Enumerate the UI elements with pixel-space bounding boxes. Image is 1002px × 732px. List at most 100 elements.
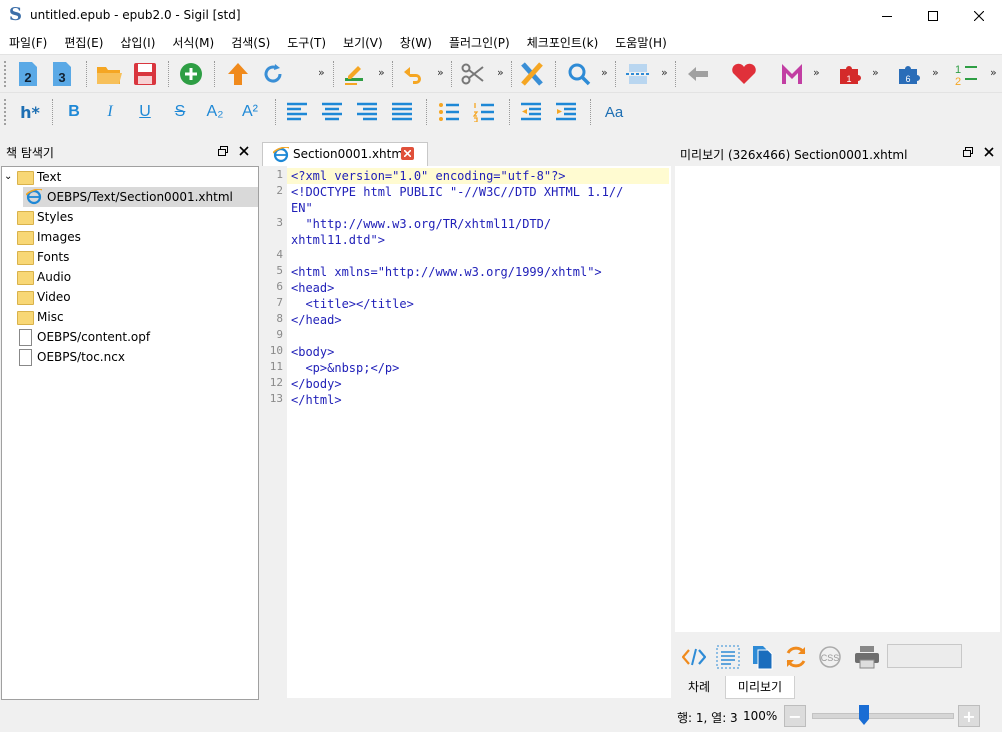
menu-window[interactable]: 창(W) — [391, 32, 440, 54]
print-button[interactable] — [853, 643, 881, 671]
tree-item-text-folder[interactable]: ⌄ Text — [2, 167, 258, 187]
zoom-in-button[interactable]: + — [958, 705, 980, 727]
menu-help[interactable]: 도움말(H) — [606, 32, 675, 54]
cut-button[interactable] — [459, 60, 487, 88]
plugin-6-button[interactable]: 6 — [895, 60, 923, 88]
bold-button[interactable]: B — [60, 98, 88, 126]
tree-item-fonts-folder[interactable]: Fonts — [2, 247, 258, 267]
overflow-chevron-icon[interactable]: » — [601, 66, 608, 79]
undo-button[interactable] — [400, 60, 428, 88]
preview-search-box[interactable] — [887, 644, 962, 668]
heading-button[interactable]: h* — [14, 98, 46, 126]
superscript-button[interactable]: A² — [236, 98, 264, 126]
strikethrough-button[interactable]: S — [166, 98, 194, 126]
tree-item-video-folder[interactable]: Video — [2, 287, 258, 307]
tree-item-misc-folder[interactable]: Misc — [2, 307, 258, 327]
overflow-chevron-icon[interactable]: » — [318, 66, 325, 79]
menu-format[interactable]: 서식(M) — [163, 32, 222, 54]
float-dock-button[interactable] — [963, 146, 973, 160]
find-button[interactable] — [565, 60, 593, 88]
toc-button[interactable]: 12 — [953, 60, 981, 88]
tree-item-toc-ncx[interactable]: OEBPS/toc.ncx — [2, 347, 258, 367]
plugin-1-button[interactable]: 1 — [836, 60, 864, 88]
plugin-m-button[interactable] — [778, 60, 806, 88]
zoom-slider-handle[interactable] — [858, 705, 869, 725]
tree-item-audio-folder[interactable]: Audio — [2, 267, 258, 287]
subscript-button[interactable]: A₂ — [201, 98, 229, 126]
align-left-button[interactable] — [283, 98, 311, 126]
line-number: 8 — [276, 312, 283, 325]
code-editor[interactable]: 1 2 3 4 5 6 7 8 9 10 11 12 13 <?xml vers… — [261, 166, 671, 698]
minimize-button[interactable] — [864, 0, 910, 32]
overflow-chevron-icon[interactable]: » — [813, 66, 820, 79]
tab-section0001[interactable]: Section0001.xhtml — [262, 142, 428, 167]
overflow-chevron-icon[interactable]: » — [497, 66, 504, 79]
save-button[interactable] — [131, 60, 159, 88]
align-center-button[interactable] — [318, 98, 346, 126]
tree-item-styles-folder[interactable]: Styles — [2, 207, 258, 227]
overflow-chevron-icon[interactable]: » — [661, 66, 668, 79]
menu-insert[interactable]: 삽입(I) — [111, 32, 163, 54]
toggle-css-button[interactable]: CSS — [816, 643, 844, 671]
preview-pane[interactable] — [675, 166, 1000, 632]
menu-checkpoints[interactable]: 체크포인트(k) — [518, 32, 607, 54]
increase-indent-button[interactable] — [552, 98, 580, 126]
underline-button[interactable]: U — [131, 98, 159, 126]
reload-preview-button[interactable] — [782, 643, 810, 671]
chevron-down-icon[interactable]: ⌄ — [4, 167, 12, 187]
donate-button[interactable] — [730, 60, 758, 88]
tree-item-label: OEBPS/content.opf — [37, 330, 151, 344]
split-button[interactable] — [624, 60, 652, 88]
overflow-chevron-icon[interactable]: » — [932, 66, 939, 79]
add-file-button[interactable] — [177, 60, 205, 88]
back-button[interactable] — [684, 60, 712, 88]
menu-edit[interactable]: 편집(E) — [55, 32, 111, 54]
menu-file[interactable]: 파일(F) — [0, 32, 55, 54]
refresh-button[interactable] — [259, 60, 287, 88]
tree-item-content-opf[interactable]: OEBPS/content.opf — [2, 327, 258, 347]
tab-preview[interactable]: 미리보기 — [725, 676, 795, 699]
preview-toolbar: CSS — [675, 640, 1002, 674]
zoom-out-button[interactable]: − — [784, 705, 806, 727]
menu-view[interactable]: 보기(V) — [334, 32, 391, 54]
overflow-chevron-icon[interactable]: » — [378, 66, 385, 79]
new-epub3-button[interactable]: 3 — [48, 60, 76, 88]
toolbar-grip[interactable] — [4, 61, 10, 87]
italic-button[interactable]: I — [96, 98, 124, 126]
indent-icon — [556, 102, 576, 121]
maximize-button[interactable] — [910, 0, 956, 32]
close-dock-button[interactable] — [984, 146, 994, 160]
move-up-button[interactable] — [224, 60, 252, 88]
overflow-chevron-icon[interactable]: » — [872, 66, 879, 79]
maximize-icon — [928, 11, 938, 21]
align-right-button[interactable] — [353, 98, 381, 126]
overflow-chevron-icon[interactable]: » — [990, 66, 997, 79]
close-dock-button[interactable] — [239, 146, 249, 159]
tree-item-section0001[interactable]: OEBPS/Text/Section0001.xhtml — [23, 187, 258, 207]
zoom-slider[interactable] — [812, 705, 954, 725]
meta-editor-button[interactable] — [340, 60, 368, 88]
menu-plugins[interactable]: 플러그인(P) — [440, 32, 518, 54]
inspect-button[interactable] — [680, 643, 708, 671]
menu-tools[interactable]: 도구(T) — [278, 32, 334, 54]
folder-icon — [17, 231, 34, 245]
toolbar-grip[interactable] — [4, 99, 10, 125]
float-dock-button[interactable] — [218, 146, 228, 159]
new-epub2-button[interactable]: 2 — [14, 60, 42, 88]
change-case-button[interactable]: Aa — [598, 98, 630, 126]
open-button[interactable] — [95, 60, 123, 88]
numbered-list-button[interactable] — [470, 98, 498, 126]
overflow-chevron-icon[interactable]: » — [437, 66, 444, 79]
close-tab-button[interactable] — [401, 147, 414, 160]
menu-search[interactable]: 검색(S) — [222, 32, 278, 54]
decrease-indent-button[interactable] — [517, 98, 545, 126]
tab-toc[interactable]: 차례 — [675, 676, 723, 698]
bullet-list-button[interactable] — [435, 98, 463, 126]
tree-item-images-folder[interactable]: Images — [2, 227, 258, 247]
validate-button[interactable] — [518, 60, 546, 88]
align-justify-button[interactable] — [388, 98, 416, 126]
close-window-button[interactable] — [956, 0, 1002, 32]
copy-button[interactable] — [748, 643, 776, 671]
select-all-button[interactable] — [714, 643, 742, 671]
code-line: <!DOCTYPE html PUBLIC "-//W3C//DTD XHTML… — [291, 185, 624, 199]
